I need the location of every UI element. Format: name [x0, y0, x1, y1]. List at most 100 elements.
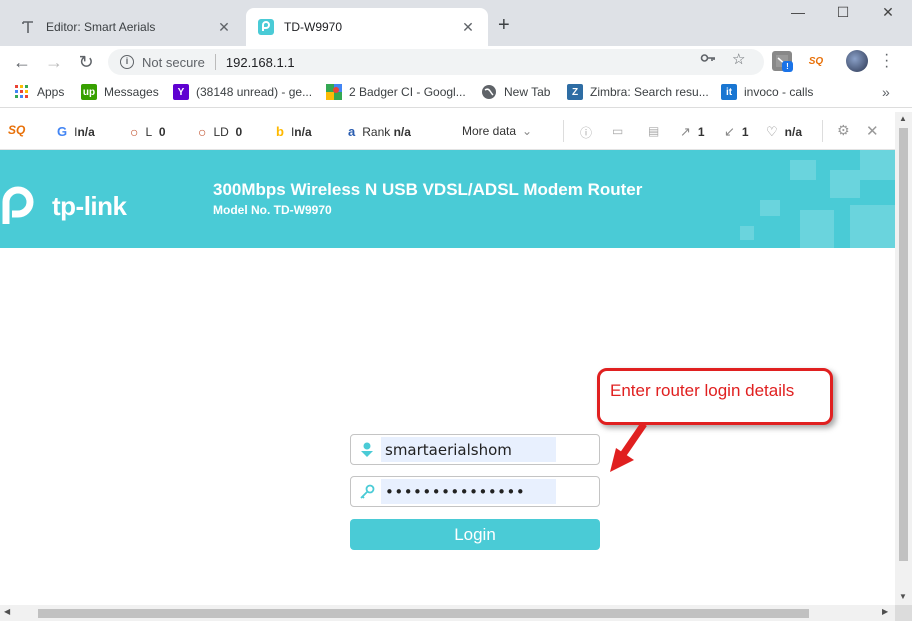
key-icon[interactable] [700, 50, 716, 70]
scrollbar-thumb[interactable] [38, 609, 809, 618]
tplink-logo: tp-link [0, 184, 127, 228]
bookmark-messages[interactable]: up Messages [81, 84, 159, 100]
seoquake-icon[interactable]: SQ [806, 51, 826, 71]
bookmark-label: Zimbra: Search resu... [590, 85, 709, 99]
decor-square [740, 226, 754, 240]
external-link-icon: ↗ [680, 124, 691, 139]
zimbra-icon: Z [567, 84, 583, 100]
router-title: 300Mbps Wireless N USB VDSL/ADSL Modem R… [213, 180, 643, 199]
tab-title: TD-W9970 [284, 20, 343, 34]
scroll-up-arrow-icon[interactable]: ▲ [899, 114, 907, 123]
circle-icon: ○ [198, 124, 207, 140]
new-tab-button[interactable]: + [498, 14, 510, 37]
external-links[interactable]: ↗ 1 [680, 124, 705, 140]
vertical-scrollbar[interactable]: ▲ ▼ [895, 112, 912, 605]
close-window-button[interactable]: ✕ [865, 4, 911, 21]
seo-rank-label: Rank [362, 124, 391, 139]
scroll-down-arrow-icon[interactable]: ▼ [899, 592, 907, 601]
seo-google-value: n/a [77, 124, 95, 139]
seoquake-logo-icon[interactable]: SQ [8, 123, 32, 137]
minimize-button[interactable]: — [775, 4, 821, 20]
tab-title: Editor: Smart Aerials [46, 20, 156, 34]
info-icon[interactable]: i [120, 55, 134, 69]
upwork-icon: up [81, 84, 97, 100]
decor-square [860, 150, 895, 180]
density-icon[interactable]: ▤ [648, 124, 659, 138]
horizontal-scrollbar[interactable]: ◀ ▶ [0, 605, 895, 621]
login-button[interactable]: Login [350, 519, 600, 550]
reload-icon[interactable]: ↻ [74, 50, 98, 74]
bookmarks-bar: Apps up Messages Y (38148 unread) - ge..… [0, 78, 912, 108]
bookmark-zimbra[interactable]: Z Zimbra: Search resu... [567, 84, 709, 100]
tab-strip: Editor: Smart Aerials ✕ TD-W9970 ✕ + — ☐… [0, 0, 912, 46]
divider [563, 120, 564, 142]
info-circle-icon[interactable]: ⓘ [580, 124, 592, 141]
logo-text: tp-link [52, 190, 127, 221]
callout-text: Enter router login details [610, 381, 795, 400]
bookmark-yahoo[interactable]: Y (38148 unread) - ge... [173, 84, 312, 100]
rank-icon: a [348, 124, 356, 139]
security-label: Not secure [142, 54, 205, 70]
decor-square [830, 170, 860, 198]
forward-arrow-icon[interactable]: → [42, 50, 66, 74]
username-value[interactable]: smartaerialshom [381, 437, 556, 462]
chevron-down-icon: ⌄ [522, 124, 533, 138]
back-arrow-icon[interactable]: ← [10, 50, 34, 74]
url-text[interactable]: 192.168.1.1 [226, 55, 295, 70]
invoco-icon: it [721, 84, 737, 100]
decor-square [850, 205, 895, 248]
seo-links[interactable]: ○ L 0 [130, 124, 166, 140]
bookmark-invoco[interactable]: it invoco - calls [721, 84, 813, 100]
seo-ld-value: 0 [235, 125, 243, 139]
seo-rank[interactable]: a Rank n/a [348, 124, 411, 139]
seo-linking-domains[interactable]: ○ LD 0 [198, 124, 242, 140]
heart-value: n/a [784, 125, 802, 139]
gear-icon[interactable]: ⚙ [837, 122, 850, 139]
decor-square [790, 160, 816, 180]
bookmark-badger[interactable]: 2 Badger CI - Googl... [326, 84, 466, 100]
internal-link-icon: ↙ [724, 124, 735, 139]
scrollbar-thumb[interactable] [899, 128, 908, 561]
key-icon [359, 484, 375, 500]
chevron-double-right-icon[interactable]: » [882, 84, 890, 100]
bookmark-label: 2 Badger CI - Googl... [349, 85, 466, 99]
seo-bing-index[interactable]: b In/a [276, 124, 312, 139]
close-tab-icon[interactable]: ✕ [460, 19, 476, 36]
int-links-value: 1 [741, 125, 749, 139]
bing-icon: b [276, 124, 284, 139]
bookmark-label: (38148 unread) - ge... [196, 85, 313, 99]
more-data-dropdown[interactable]: More data ⌄ [462, 124, 532, 138]
close-tab-icon[interactable]: ✕ [216, 19, 232, 36]
heart-icon: ♡ [766, 124, 778, 139]
password-field[interactable]: ••••••••••••••• [350, 476, 600, 507]
decor-square [760, 200, 780, 216]
bookmark-apps[interactable]: Apps [14, 84, 64, 100]
star-icon[interactable]: ☆ [732, 50, 745, 68]
username-field[interactable]: smartaerialshom [350, 434, 600, 465]
avatar[interactable] [846, 50, 868, 72]
address-bar[interactable]: i Not secure 192.168.1.1 [108, 49, 764, 75]
yahoo-icon: Y [173, 84, 189, 100]
menu-icon[interactable]: · · · [884, 47, 889, 75]
tplink-icon [258, 19, 274, 35]
seo-bing-value: n/a [294, 124, 312, 139]
password-value[interactable]: ••••••••••••••• [381, 479, 556, 504]
seo-google-index[interactable]: G In/a [57, 124, 95, 139]
scroll-left-arrow-icon[interactable]: ◀ [4, 607, 10, 616]
bookmark-label: invoco - calls [744, 85, 814, 99]
scroll-right-arrow-icon[interactable]: ▶ [882, 607, 888, 616]
router-header: tp-link 300Mbps Wireless N USB VDSL/ADSL… [0, 150, 895, 248]
apps-grid-icon [14, 84, 30, 100]
browser-toolbar: ← → ↻ i Not secure 192.168.1.1 ☆ ! SQ · ·… [0, 46, 912, 78]
page-diagnosis-icon[interactable]: ▭ [612, 124, 623, 138]
ext-links-value: 1 [697, 125, 705, 139]
internal-links[interactable]: ↙ 1 [724, 124, 749, 140]
close-icon[interactable]: ✕ [866, 122, 879, 140]
heart-rate[interactable]: ♡ n/a [766, 124, 802, 140]
seo-l-value: 0 [158, 125, 166, 139]
maximize-button[interactable]: ☐ [820, 4, 866, 21]
tplink-logo-icon [0, 184, 44, 228]
tab-editor[interactable]: Editor: Smart Aerials ✕ [8, 8, 244, 46]
tab-router[interactable]: TD-W9970 ✕ [246, 8, 488, 46]
bookmark-new-tab[interactable]: New Tab [481, 84, 550, 100]
